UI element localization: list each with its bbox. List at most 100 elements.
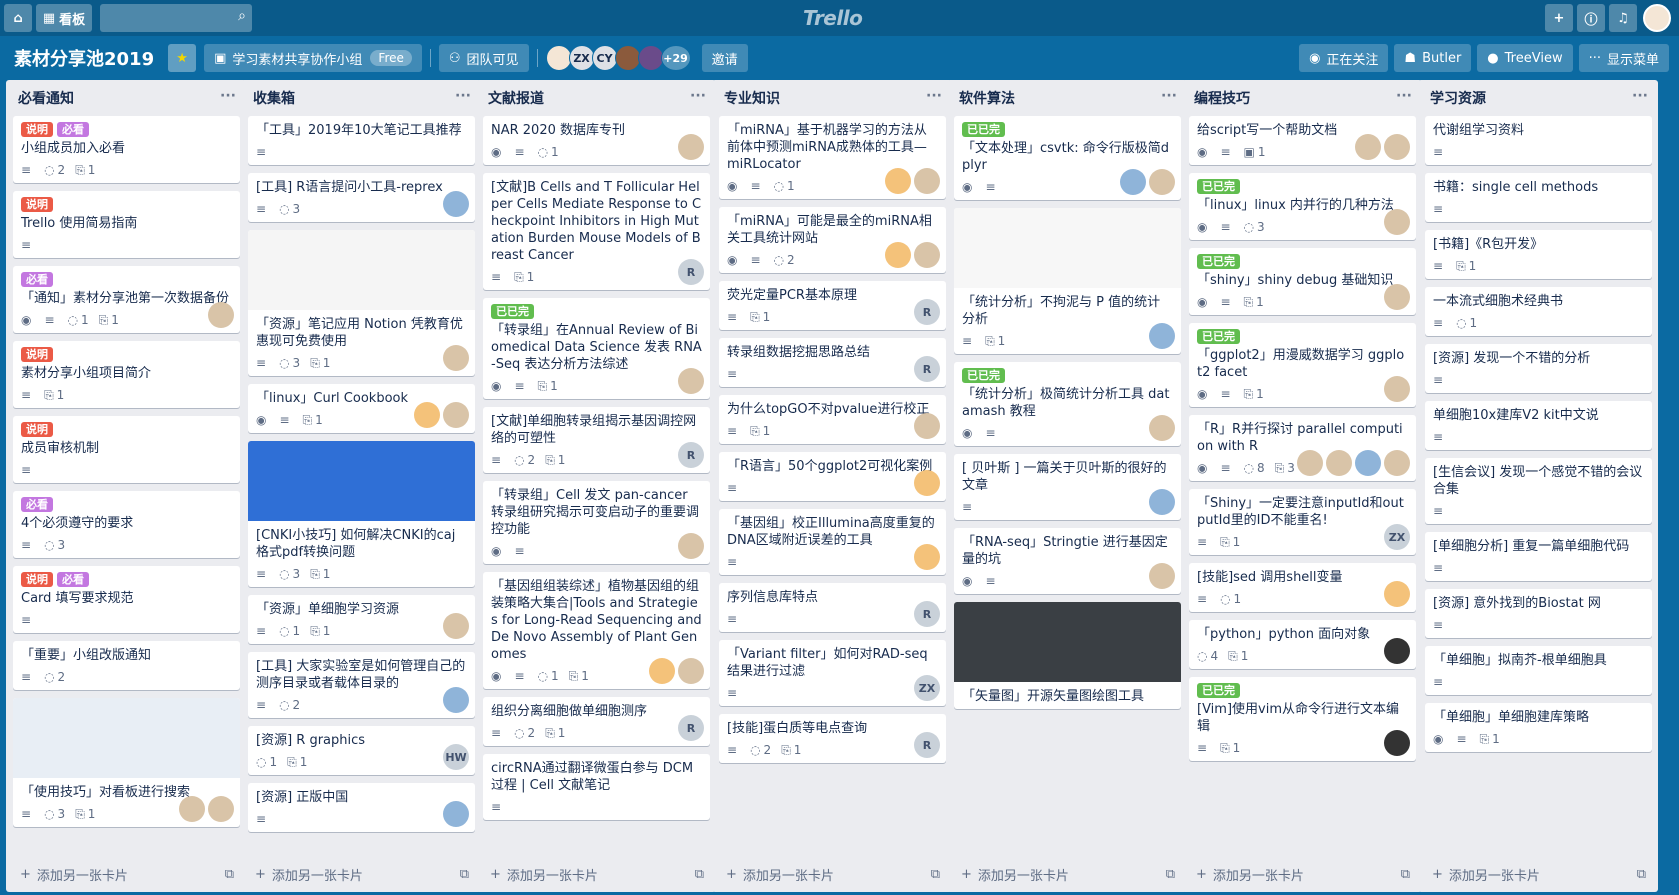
member-avatar[interactable] (914, 544, 940, 570)
member-avatar[interactable] (1355, 134, 1381, 160)
member-avatar[interactable]: R (914, 299, 940, 325)
card[interactable]: circRNA通过翻译微蛋白参与 DCM过程 | Cell 文献笔记 ≡ (483, 754, 710, 820)
list-header[interactable]: 必看通知 ··· (6, 80, 246, 116)
card[interactable]: [资源] 意外找到的Biostat 网 ≡ (1425, 589, 1652, 638)
list-menu-icon[interactable]: ··· (455, 88, 471, 104)
list-menu-icon[interactable]: ··· (690, 88, 706, 104)
star-button[interactable]: ★ (168, 44, 197, 72)
search-input[interactable]: ⌕ (100, 4, 252, 32)
member-avatar[interactable] (1149, 415, 1175, 441)
member-avatar[interactable]: R (678, 442, 704, 468)
card[interactable]: [技能]蛋白质等电点查询 ≡ ◌ 2 ⎘ 1 R (719, 714, 946, 763)
card[interactable]: [CNKI小技巧] 如何解决CNKI的caj格式pdf转换问题 ≡ ◌ 3 ⎘ 1 (248, 441, 475, 587)
member-avatar[interactable] (443, 801, 469, 827)
member-avatar[interactable] (208, 796, 234, 822)
member-avatar[interactable] (208, 302, 234, 328)
list-title[interactable]: 软件算法 (959, 88, 1015, 108)
card[interactable]: 「基因组组装综述」植物基因组的组装策略大集合|Tools and Strateg… (483, 572, 710, 689)
card[interactable]: 单细胞10x建库V2 kit中文说 ≡ (1425, 401, 1652, 450)
member-avatar[interactable] (1149, 489, 1175, 515)
list-title[interactable]: 专业知识 (724, 88, 780, 108)
member-avatar[interactable] (914, 413, 940, 439)
member-avatar[interactable] (1149, 323, 1175, 349)
member-avatar[interactable] (414, 402, 440, 428)
card[interactable]: 「资源」单细胞学习资源 ≡ ◌ 1 ⎘ 1 (248, 595, 475, 644)
member-avatar[interactable] (545, 45, 572, 71)
card[interactable]: 「linux」Curl Cookbook ◉ ≡ ⎘ 1 (248, 384, 475, 433)
member-avatar[interactable] (443, 402, 469, 428)
card[interactable]: 「RNA-seq」Stringtie 进行基因定量的坑 ◉ ≡ (954, 528, 1181, 594)
team-button[interactable]: ▣ 学习素材共享协作小组 Free (204, 44, 422, 72)
card[interactable]: 组织分离细胞做单细胞测序 ≡ ◌ 2 ⎘ 1 R (483, 697, 710, 746)
list-menu-icon[interactable]: ··· (220, 88, 236, 104)
card[interactable]: [生信会议] 发现一个感觉不错的会议合集 ≡ (1425, 458, 1652, 524)
card[interactable]: 为什么topGO不对pvalue进行校正 ≡ ⎘ 1 (719, 395, 946, 444)
card[interactable]: 书籍：single cell methods ≡ (1425, 173, 1652, 222)
member-avatar[interactable] (649, 658, 675, 684)
visibility-button[interactable]: ⚇ 团队可见 (438, 44, 529, 72)
member-avatar[interactable] (1384, 730, 1410, 756)
user-avatar[interactable] (1643, 4, 1671, 32)
list-header[interactable]: 专业知识 ··· (712, 80, 952, 116)
card[interactable]: 序列信息库特点 ≡ R (719, 583, 946, 632)
card-template-icon[interactable]: ⧉ (695, 867, 704, 882)
card[interactable]: [书籍]《R包开发》 ≡ ⎘ 1 (1425, 230, 1652, 279)
list-title[interactable]: 学习资源 (1430, 88, 1486, 108)
member-avatar[interactable] (678, 368, 704, 394)
member-avatar[interactable] (614, 45, 641, 71)
card[interactable]: 「miRNA」可能是最全的miRNA相关工具统计网站 ◉ ≡ ◌ 2 (719, 207, 946, 273)
show-menu-button[interactable]: ··· 显示菜单 (1578, 44, 1669, 72)
list-header[interactable]: 文献报道 ··· (476, 80, 716, 116)
card[interactable]: 「转录组」Cell 发文 pan-cancer 转录组研究揭示可变启动子的重要调… (483, 481, 710, 564)
member-avatar[interactable] (443, 191, 469, 217)
card[interactable]: 「工具」2019年10大笔记工具推荐 ≡ (248, 116, 475, 165)
member-avatar[interactable] (678, 533, 704, 559)
card[interactable]: 代谢组学习资料 ≡ (1425, 116, 1652, 165)
notifications-button[interactable]: ♫ (1609, 4, 1637, 32)
card-template-icon[interactable]: ⧉ (931, 867, 940, 882)
member-avatar[interactable] (1384, 209, 1410, 235)
card[interactable]: 转录组数据挖掘思路总结 ≡ R (719, 338, 946, 387)
card-template-icon[interactable]: ⧉ (1637, 867, 1646, 882)
card-template-icon[interactable]: ⧉ (460, 867, 469, 882)
add-card-button[interactable]: + 添加另一张卡片 ⧉ (6, 856, 246, 892)
member-avatar[interactable] (1384, 376, 1410, 402)
add-card-button[interactable]: + 添加另一张卡片 ⧉ (712, 856, 952, 892)
member-avatar[interactable] (637, 45, 664, 71)
member-avatar[interactable] (1326, 450, 1352, 476)
member-avatar[interactable] (678, 134, 704, 160)
card[interactable]: 必看 「通知」素材分享池第一次数据备份 ◉ ≡ ◌ 1 ⎘ 1 (13, 266, 240, 333)
list-header[interactable]: 学习资源 ··· (1418, 80, 1658, 116)
list-title[interactable]: 收集箱 (253, 88, 295, 108)
list-title[interactable]: 必看通知 (18, 88, 74, 108)
list-menu-icon[interactable]: ··· (1161, 88, 1177, 104)
card[interactable]: 一本流式细胞术经典书 ≡ ◌ 1 (1425, 287, 1652, 336)
member-avatar[interactable] (914, 242, 940, 268)
card[interactable]: 给script写一个帮助文档 ◉ ≡ ▣ 1 (1189, 116, 1416, 165)
card[interactable]: 「Shiny」一定要注意inputId和outputId里的ID不能重名! ≡ ⎘ 1… (1189, 489, 1416, 555)
member-avatar[interactable]: ZX (914, 675, 940, 701)
home-button[interactable]: ⌂ (4, 4, 32, 32)
card[interactable]: 「使用技巧」对看板进行搜索 ≡ ◌ 3 ⎘ 1 (13, 698, 240, 827)
card[interactable]: 「单细胞」拟南芥-根单细胞具 ≡ (1425, 646, 1652, 695)
member-avatar[interactable] (1355, 450, 1381, 476)
member-avatar[interactable]: R (914, 732, 940, 758)
members-more[interactable]: +29 (660, 45, 691, 71)
card[interactable]: [文献]B Cells and T Follicular Helper Cell… (483, 173, 710, 290)
card[interactable]: 「R」R并行探讨 parallel compution with R ◉ ≡ ◌ 8 ⎘ 3 (1189, 415, 1416, 481)
card[interactable]: 已已完 「ggplot2」用漫威数据学习 ggplot2 facet ◉ ≡ ⎘ 1 (1189, 323, 1416, 407)
card[interactable]: 「Variant filter」如何对RAD-seq结果进行过滤 ≡ ZX (719, 640, 946, 706)
member-avatar[interactable] (678, 658, 704, 684)
member-avatar[interactable] (1384, 134, 1410, 160)
card[interactable]: 说明 Trello 使用简易指南 ≡ (13, 191, 240, 258)
card[interactable]: 「基因组」校正Illumina高度重复的DNA区域附近误差的工具 ≡ (719, 509, 946, 575)
member-avatar[interactable] (1384, 581, 1410, 607)
watch-button[interactable]: ◉ 正在关注 (1299, 44, 1389, 72)
card[interactable]: 已已完 「linux」linux 内并行的几种方法 ◉ ≡ ◌ 3 (1189, 173, 1416, 240)
list-menu-icon[interactable]: ··· (1632, 88, 1648, 104)
member-avatar[interactable] (1120, 169, 1146, 195)
member-avatar[interactable] (885, 242, 911, 268)
list-header[interactable]: 编程技巧 ··· (1182, 80, 1422, 116)
card-template-icon[interactable]: ⧉ (225, 867, 234, 882)
add-card-button[interactable]: + 添加另一张卡片 ⧉ (1182, 856, 1422, 892)
